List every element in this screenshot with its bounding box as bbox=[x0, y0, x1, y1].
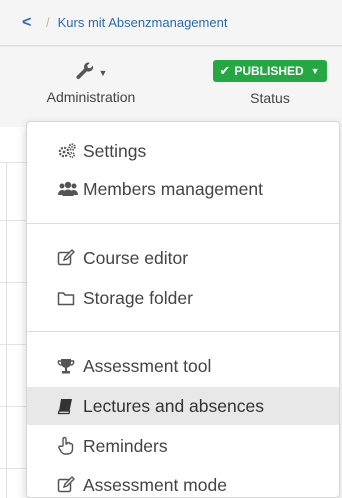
users-icon bbox=[57, 181, 83, 197]
row-divider bbox=[0, 220, 26, 221]
menu-item-label: Storage folder bbox=[83, 287, 193, 308]
pointing-hand-icon bbox=[57, 436, 83, 456]
menu-item-settings[interactable]: Settings bbox=[27, 132, 339, 170]
gears-icon bbox=[57, 142, 83, 160]
menu-item-label: Assessment tool bbox=[83, 355, 212, 376]
menu-item-label: Reminders bbox=[83, 435, 168, 456]
menu-item-label: Members management bbox=[83, 178, 263, 199]
course-toolbar: ▼ Administration ✔ PUBLISHED ▼ Status bbox=[0, 47, 342, 127]
menu-item-label: Lectures and absences bbox=[83, 395, 264, 416]
menu-item-reminders[interactable]: Reminders bbox=[27, 427, 339, 465]
menu-item-label: Assessment mode bbox=[83, 474, 227, 495]
administration-dropdown-button[interactable]: ▼ Administration bbox=[30, 57, 152, 117]
check-icon: ✔ bbox=[219, 63, 231, 78]
menu-item-assessment-mode[interactable]: Assessment mode bbox=[27, 466, 339, 497]
content-edge bbox=[6, 162, 7, 498]
menu-item-members-management[interactable]: Members management bbox=[27, 170, 339, 208]
administration-label: Administration bbox=[46, 89, 136, 105]
menu-item-assessment-tool[interactable]: Assessment tool bbox=[27, 347, 339, 385]
row-divider bbox=[0, 468, 26, 469]
wrench-icon bbox=[75, 61, 95, 86]
menu-divider bbox=[27, 223, 339, 224]
breadcrumb: < / Kurs mit Absenzmanagement bbox=[0, 0, 342, 46]
caret-down-icon: ▼ bbox=[98, 68, 108, 78]
menu-item-course-editor[interactable]: Course editor bbox=[27, 239, 339, 277]
menu-item-label: Settings bbox=[83, 140, 147, 161]
row-divider bbox=[0, 406, 26, 407]
breadcrumb-separator: / bbox=[46, 15, 50, 30]
status-dropdown-button[interactable]: ✔ PUBLISHED ▼ Status bbox=[198, 57, 342, 117]
edit-icon bbox=[57, 249, 83, 267]
back-chevron-icon[interactable]: < bbox=[22, 14, 40, 32]
row-divider bbox=[0, 162, 26, 163]
book-icon bbox=[57, 397, 83, 415]
menu-divider bbox=[27, 331, 339, 332]
status-badge-text: PUBLISHED bbox=[234, 64, 304, 78]
folder-icon bbox=[57, 290, 83, 306]
edit-icon bbox=[57, 476, 83, 494]
menu-item-label: Course editor bbox=[83, 247, 189, 268]
row-divider bbox=[0, 344, 26, 345]
caret-down-icon: ▼ bbox=[310, 66, 320, 76]
row-divider bbox=[0, 282, 26, 283]
status-label: Status bbox=[250, 90, 290, 106]
menu-item-storage-folder[interactable]: Storage folder bbox=[27, 279, 339, 317]
trophy-icon bbox=[57, 357, 83, 375]
menu-item-lectures-and-absences[interactable]: Lectures and absences bbox=[27, 387, 339, 425]
breadcrumb-course-link[interactable]: Kurs mit Absenzmanagement bbox=[58, 15, 228, 30]
administration-menu: Settings Members management Course edito… bbox=[26, 121, 340, 498]
status-badge[interactable]: ✔ PUBLISHED ▼ bbox=[213, 60, 327, 82]
